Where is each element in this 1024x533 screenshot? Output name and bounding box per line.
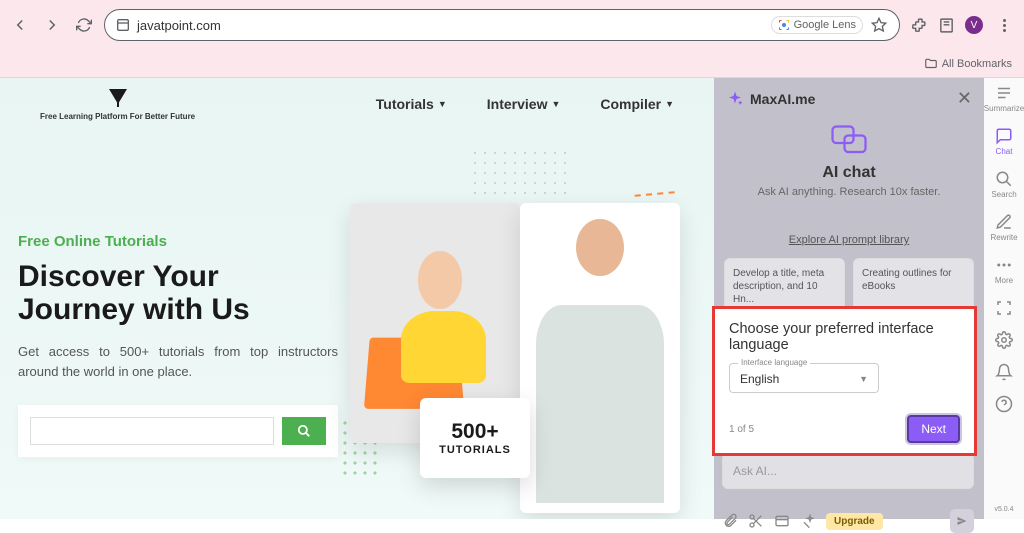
- page-content: Free Learning Platform For Better Future…: [0, 78, 714, 519]
- send-button[interactable]: [950, 509, 974, 533]
- search-box: [18, 405, 338, 457]
- menu-button[interactable]: [992, 13, 1016, 37]
- profile-button[interactable]: V: [964, 15, 984, 35]
- language-modal: Choose your preferred interface language…: [712, 306, 977, 456]
- chat-icon: [995, 127, 1013, 145]
- decoration-dots: [470, 148, 570, 198]
- hero-image-2: [520, 193, 680, 513]
- caret-down-icon: ▼: [859, 374, 868, 384]
- bell-icon: [995, 363, 1013, 381]
- bookmark-star-icon[interactable]: [869, 15, 889, 35]
- chat-title: AI chat: [714, 164, 984, 182]
- sidebar-chat[interactable]: Chat: [995, 127, 1013, 156]
- maxai-logo-icon: [726, 90, 744, 108]
- ask-ai-input[interactable]: Ask AI...: [722, 453, 974, 489]
- bookmarks-bar: All Bookmarks: [0, 50, 1024, 78]
- rewrite-icon: [995, 213, 1013, 231]
- badge-number: 500+: [451, 420, 498, 444]
- site-logo[interactable]: Free Learning Platform For Better Future: [40, 86, 195, 121]
- back-button[interactable]: [8, 13, 32, 37]
- sidebar-settings[interactable]: [995, 331, 1013, 349]
- wand-icon[interactable]: [800, 513, 816, 529]
- sidebar-rewrite[interactable]: Rewrite: [990, 213, 1017, 242]
- chat-icon: [831, 125, 867, 155]
- search-button[interactable]: [282, 417, 326, 445]
- caret-down-icon: ▼: [551, 99, 560, 109]
- reload-button[interactable]: [72, 13, 96, 37]
- search-icon: [995, 170, 1013, 188]
- modal-title: Choose your preferred interface language: [729, 321, 960, 353]
- select-label: Interface language: [738, 358, 810, 367]
- language-select[interactable]: Interface language English▼: [729, 363, 879, 393]
- chat-intro: AI chat Ask AI anything. Research 10x fa…: [714, 119, 984, 206]
- summarize-icon: [995, 84, 1013, 102]
- maxai-header: MaxAI.me ✕: [714, 78, 984, 119]
- hero-description: Get access to 500+ tutorials from top in…: [18, 342, 338, 381]
- screenshot-icon[interactable]: [774, 513, 790, 529]
- help-icon: [995, 395, 1013, 413]
- sidebar-search[interactable]: Search: [991, 170, 1016, 199]
- folder-icon: [924, 57, 938, 71]
- badge-text: TUTORIALS: [439, 444, 511, 456]
- maxai-panel: MaxAI.me ✕ AI chat Ask AI anything. Rese…: [714, 78, 1024, 519]
- logo-tagline: Free Learning Platform For Better Future: [40, 112, 195, 121]
- send-icon: [956, 515, 968, 527]
- bottom-toolbar: Upgrade: [722, 509, 974, 533]
- nav-compiler[interactable]: Compiler▼: [600, 96, 674, 112]
- close-button[interactable]: ✕: [957, 88, 972, 109]
- extensions-icon[interactable]: [908, 15, 928, 35]
- main-nav: Tutorials▼ Interview▼ Compiler▼: [376, 96, 674, 112]
- sidebar-more[interactable]: More: [995, 256, 1013, 285]
- site-header: Free Learning Platform For Better Future…: [0, 86, 714, 121]
- hero-title: Discover Your Journey with Us: [18, 260, 338, 326]
- gear-icon: [995, 331, 1013, 349]
- lens-label: Google Lens: [794, 19, 856, 31]
- all-bookmarks-link[interactable]: All Bookmarks: [942, 58, 1012, 70]
- caret-down-icon: ▼: [438, 99, 447, 109]
- search-icon: [297, 424, 311, 438]
- hero-label: Free Online Tutorials: [18, 233, 338, 250]
- prompt-library-link[interactable]: Explore AI prompt library: [714, 234, 984, 246]
- select-value: English: [740, 372, 779, 386]
- version-label: v5.0.4: [994, 506, 1013, 513]
- search-input[interactable]: [30, 417, 274, 445]
- url-text: javatpoint.com: [137, 18, 221, 33]
- nav-interview[interactable]: Interview▼: [487, 96, 561, 112]
- address-bar[interactable]: javatpoint.com Google Lens: [104, 9, 900, 41]
- browser-toolbar: javatpoint.com Google Lens V: [0, 0, 1024, 50]
- sidebar-help[interactable]: [995, 395, 1013, 413]
- google-lens-chip[interactable]: Google Lens: [771, 16, 863, 34]
- sidebar-notifications[interactable]: [995, 363, 1013, 381]
- lens-icon: [778, 19, 790, 31]
- maxai-sidebar: Summarize Chat Search Rewrite More v5.0.…: [984, 78, 1024, 519]
- tutorials-badge: 500+ TUTORIALS: [420, 398, 530, 478]
- more-icon: [995, 256, 1013, 274]
- attachment-icon[interactable]: [722, 513, 738, 529]
- fullscreen-icon: [995, 299, 1013, 317]
- site-info-icon: [115, 17, 131, 33]
- scissors-icon[interactable]: [748, 513, 764, 529]
- upgrade-button[interactable]: Upgrade: [826, 513, 883, 530]
- step-indicator: 1 of 5: [729, 424, 754, 435]
- sidebar-fullscreen[interactable]: [995, 299, 1013, 317]
- hero-section: Free Online Tutorials Discover Your Jour…: [18, 233, 338, 457]
- chat-subtitle: Ask AI anything. Research 10x faster.: [714, 186, 984, 198]
- maxai-title: MaxAI.me: [750, 91, 815, 107]
- nav-tutorials[interactable]: Tutorials▼: [376, 96, 447, 112]
- caret-down-icon: ▼: [665, 99, 674, 109]
- reading-list-icon[interactable]: [936, 15, 956, 35]
- next-button[interactable]: Next: [907, 415, 960, 443]
- sidebar-summarize[interactable]: Summarize: [984, 84, 1024, 113]
- profile-avatar: V: [965, 16, 983, 34]
- logo-icon: [106, 86, 130, 110]
- forward-button[interactable]: [40, 13, 64, 37]
